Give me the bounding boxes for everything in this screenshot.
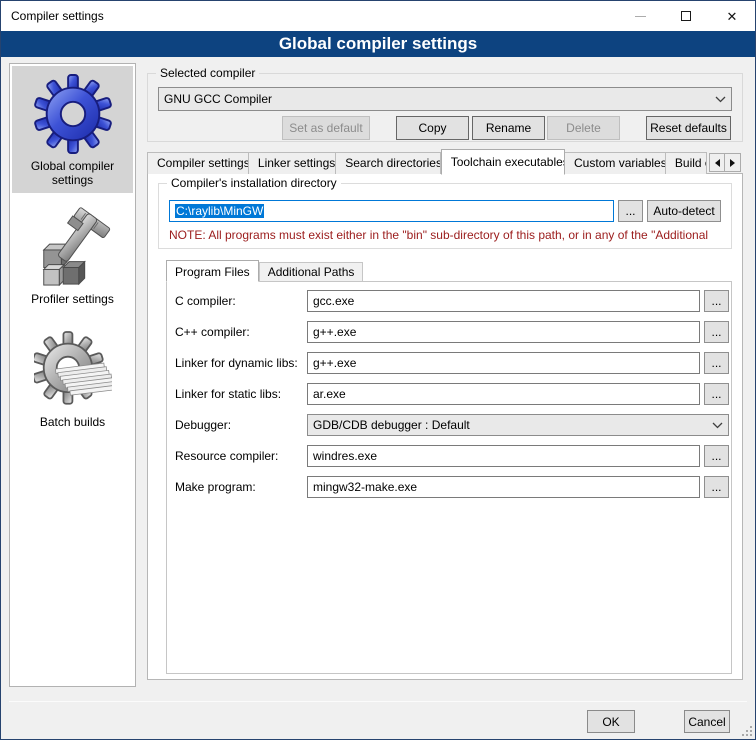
maximize-icon <box>681 11 691 21</box>
resize-grip[interactable] <box>742 726 752 736</box>
delete-button[interactable]: Delete <box>547 116 620 140</box>
close-button[interactable]: ✕ <box>709 1 755 31</box>
make-program-value: mingw32-make.exe <box>313 480 417 494</box>
cpp-compiler-label: C++ compiler: <box>175 325 307 339</box>
make-program-label: Make program: <box>175 480 307 494</box>
installation-directory-row: C:\raylib\MinGW ... Auto-detect <box>169 200 721 222</box>
subtab-additional-paths[interactable]: Additional Paths <box>259 262 364 281</box>
linker-dynamic-input[interactable]: g++.exe <box>307 352 700 374</box>
compiler-buttons-row: Set as default Copy Rename Delete Reset … <box>148 116 731 140</box>
window-title: Compiler settings <box>1 9 104 23</box>
installation-directory-legend: Compiler's installation directory <box>167 176 341 190</box>
debugger-value: GDB/CDB debugger : Default <box>313 418 708 432</box>
selected-compiler-group: Selected compiler GNU GCC Compiler Set a… <box>147 73 743 142</box>
bin-subdirectory-note: NOTE: All programs must exist either in … <box>169 228 727 242</box>
compiler-settings-dialog: { "window": { "title": "Compiler setting… <box>0 0 756 740</box>
tab-linker-settings[interactable]: Linker settings <box>249 152 336 174</box>
left-arrow-icon <box>715 159 720 167</box>
tab-build-options[interactable]: Build options <box>666 152 707 174</box>
debugger-select[interactable]: GDB/CDB debugger : Default <box>307 414 729 436</box>
chevron-down-icon <box>715 96 726 103</box>
blue-gear-icon <box>34 72 112 156</box>
resource-compiler-label: Resource compiler: <box>175 449 307 463</box>
cpp-compiler-browse-button[interactable]: ... <box>704 321 729 343</box>
linker-dynamic-label: Linker for dynamic libs: <box>175 356 307 370</box>
resource-compiler-row: Resource compiler: windres.exe ... <box>175 445 729 467</box>
sidebar-item-profiler-settings[interactable]: Profiler settings <box>12 201 133 312</box>
selected-text: C:\raylib\MinGW <box>175 204 264 218</box>
tab-scroll-buttons <box>709 153 741 172</box>
c-compiler-label: C compiler: <box>175 294 307 308</box>
copy-button[interactable]: Copy <box>396 116 469 140</box>
selected-compiler-legend: Selected compiler <box>156 66 259 80</box>
settings-sidebar: Global compiler settings <box>9 63 136 687</box>
selected-compiler-select[interactable]: GNU GCC Compiler <box>158 87 732 111</box>
window-controls: ✕ <box>617 1 755 31</box>
resource-compiler-value: windres.exe <box>313 449 377 463</box>
program-files-panel: C compiler: gcc.exe ... C++ compiler: g+… <box>166 281 732 674</box>
linker-static-input[interactable]: ar.exe <box>307 383 700 405</box>
ok-button[interactable]: OK <box>587 710 635 733</box>
page-title: Global compiler settings <box>1 31 755 57</box>
sidebar-item-global-compiler-settings[interactable]: Global compiler settings <box>12 66 133 193</box>
make-program-input[interactable]: mingw32-make.exe <box>307 476 700 498</box>
debugger-label: Debugger: <box>175 418 307 432</box>
linker-static-label: Linker for static libs: <box>175 387 307 401</box>
reset-defaults-button[interactable]: Reset defaults <box>646 116 731 140</box>
title-bar: Compiler settings ✕ <box>1 1 755 31</box>
tab-scroll-left-button[interactable] <box>709 153 725 172</box>
subtab-program-files[interactable]: Program Files <box>166 260 259 282</box>
selected-compiler-value: GNU GCC Compiler <box>164 92 711 106</box>
c-compiler-row: C compiler: gcc.exe ... <box>175 290 729 312</box>
resource-compiler-browse-button[interactable]: ... <box>704 445 729 467</box>
make-program-browse-button[interactable]: ... <box>704 476 729 498</box>
tab-scroll-right-button[interactable] <box>725 153 741 172</box>
auto-detect-button[interactable]: Auto-detect <box>647 200 721 222</box>
linker-dynamic-value: g++.exe <box>313 356 356 370</box>
cpp-compiler-row: C++ compiler: g++.exe ... <box>175 321 729 343</box>
cpp-compiler-input[interactable]: g++.exe <box>307 321 700 343</box>
cancel-button[interactable]: Cancel <box>684 710 730 733</box>
tab-custom-variables[interactable]: Custom variables <box>565 152 666 174</box>
linker-dynamic-browse-button[interactable]: ... <box>704 352 729 374</box>
browse-directory-button[interactable]: ... <box>618 200 643 222</box>
footer-divider <box>9 701 747 702</box>
toolchain-executables-page: Compiler's installation directory C:\ray… <box>147 173 743 680</box>
installation-directory-input[interactable]: C:\raylib\MinGW <box>169 200 614 222</box>
cpp-compiler-value: g++.exe <box>313 325 356 339</box>
linker-static-browse-button[interactable]: ... <box>704 383 729 405</box>
make-program-row: Make program: mingw32-make.exe ... <box>175 476 729 498</box>
c-compiler-browse-button[interactable]: ... <box>704 290 729 312</box>
tab-compiler-settings[interactable]: Compiler settings <box>147 152 249 174</box>
chevron-down-icon <box>712 422 723 429</box>
resource-compiler-input[interactable]: windres.exe <box>307 445 700 467</box>
right-arrow-icon <box>730 159 735 167</box>
gray-gear-papers-icon <box>34 330 112 412</box>
minimize-button[interactable] <box>617 1 663 31</box>
c-compiler-value: gcc.exe <box>313 294 354 308</box>
program-files-notebook: Program Files Additional Paths C compile… <box>166 259 732 674</box>
linker-dynamic-row: Linker for dynamic libs: g++.exe ... <box>175 352 729 374</box>
sidebar-item-label: Global compiler settings <box>14 159 131 187</box>
maximize-button[interactable] <box>663 1 709 31</box>
rename-button[interactable]: Rename <box>472 116 545 140</box>
sub-tab-strip: Program Files Additional Paths <box>166 259 732 281</box>
debugger-row: Debugger: GDB/CDB debugger : Default <box>175 414 729 436</box>
linker-static-value: ar.exe <box>313 387 346 401</box>
sidebar-item-batch-builds[interactable]: Batch builds <box>12 324 133 435</box>
settings-tab-strip: Compiler settings Linker settings Search… <box>147 148 741 174</box>
minimize-icon <box>635 16 646 17</box>
set-as-default-button[interactable]: Set as default <box>282 116 370 140</box>
tab-search-directories[interactable]: Search directories <box>336 152 440 174</box>
sidebar-item-label: Batch builds <box>14 415 131 429</box>
sidebar-item-label: Profiler settings <box>14 292 131 306</box>
close-icon: ✕ <box>727 10 738 23</box>
linker-static-row: Linker for static libs: ar.exe ... <box>175 383 729 405</box>
installation-directory-group: Compiler's installation directory C:\ray… <box>158 183 732 249</box>
tab-toolchain-executables[interactable]: Toolchain executables <box>441 149 565 175</box>
c-compiler-input[interactable]: gcc.exe <box>307 290 700 312</box>
caliper-icon <box>34 207 112 289</box>
